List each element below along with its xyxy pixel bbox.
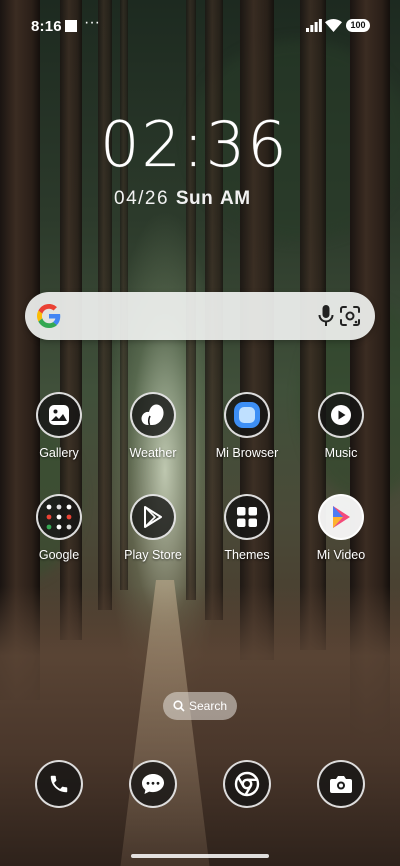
clock-time[interactable]: 02:36 xyxy=(100,108,289,182)
app-label: Music xyxy=(324,446,358,460)
gallery-icon xyxy=(36,392,82,438)
camera-icon xyxy=(317,760,365,808)
app-label: Gallery xyxy=(39,446,79,460)
dock-phone[interactable] xyxy=(14,760,104,808)
app-music[interactable]: Music xyxy=(296,392,386,460)
chrome-icon xyxy=(223,760,271,808)
app-gallery[interactable]: Gallery xyxy=(14,392,104,460)
mi-browser-icon xyxy=(224,392,270,438)
google-folder-icon xyxy=(36,494,82,540)
search-icon xyxy=(173,700,185,712)
app-play-store[interactable]: Play Store xyxy=(108,494,198,562)
app-google-folder[interactable]: Google xyxy=(14,494,104,562)
messages-icon xyxy=(129,760,177,808)
dock-chrome[interactable] xyxy=(202,760,292,808)
signal-icon xyxy=(306,19,322,32)
clock-date-line[interactable]: 04/26 Sun AM xyxy=(114,188,251,210)
app-mi-video[interactable]: Mi Video xyxy=(296,494,386,562)
app-weather[interactable]: Weather xyxy=(108,392,198,460)
mic-icon[interactable] xyxy=(318,305,334,327)
clock-day: Sun xyxy=(175,188,214,209)
themes-icon xyxy=(224,494,270,540)
battery-indicator: 100 xyxy=(346,19,370,32)
app-label: Mi Video xyxy=(316,548,366,562)
weather-icon xyxy=(130,392,176,438)
music-icon xyxy=(318,392,364,438)
status-bar: 8:16 ··· 100 xyxy=(0,0,400,52)
more-notifications-icon: ··· xyxy=(84,14,100,31)
play-store-icon xyxy=(130,494,176,540)
clock-date: 04/26 xyxy=(114,188,170,209)
wifi-icon xyxy=(325,19,342,32)
mi-video-icon xyxy=(318,494,364,540)
app-mi-browser[interactable]: Mi Browser xyxy=(202,392,292,460)
app-label: Weather xyxy=(129,446,177,460)
app-themes[interactable]: Themes xyxy=(202,494,292,562)
clock-ampm: AM xyxy=(220,188,251,209)
app-label: Play Store xyxy=(124,548,182,562)
dock-camera[interactable] xyxy=(296,760,386,808)
status-time: 8:16 xyxy=(31,18,62,35)
app-label: Google xyxy=(38,548,80,562)
app-drawer-search-button[interactable]: Search xyxy=(163,692,237,720)
app-label: Mi Browser xyxy=(215,446,279,460)
google-logo-icon xyxy=(37,304,61,328)
search-pill-label: Search xyxy=(188,699,228,713)
app-label: Themes xyxy=(224,548,270,562)
lens-icon[interactable] xyxy=(339,305,361,327)
phone-icon xyxy=(35,760,83,808)
notification-square-icon xyxy=(65,20,77,32)
home-indicator[interactable] xyxy=(131,854,269,858)
google-search-bar[interactable] xyxy=(25,292,375,340)
dock-messages[interactable] xyxy=(108,760,198,808)
